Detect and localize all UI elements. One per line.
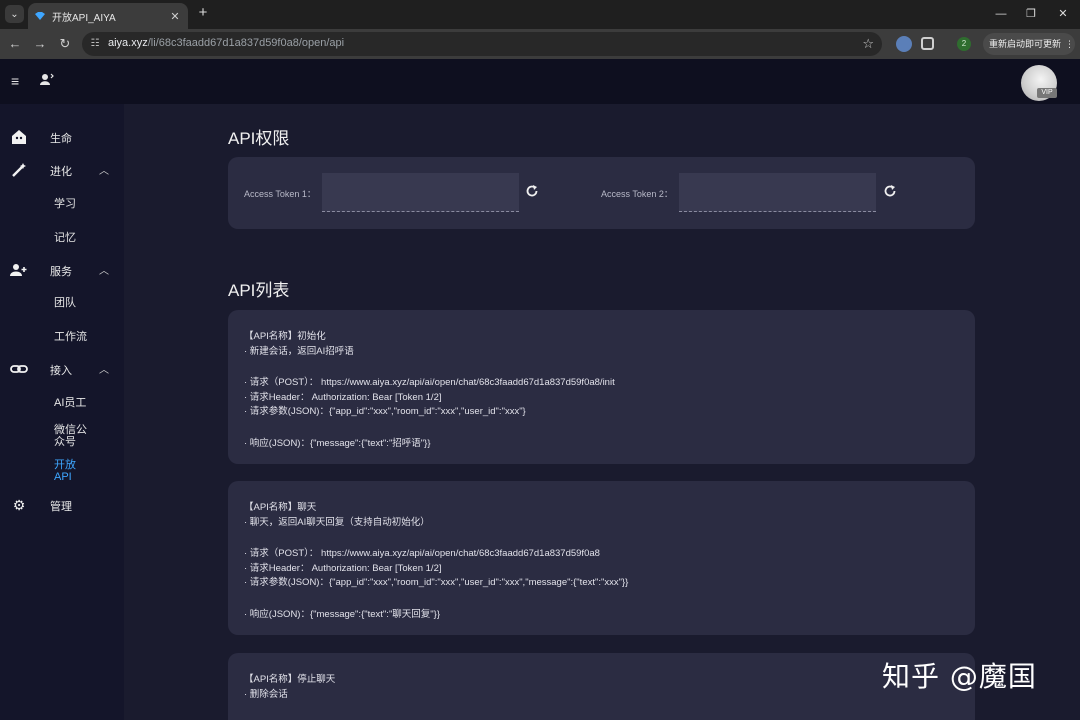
people-icon (10, 261, 28, 279)
user-switch-icon[interactable] (40, 73, 54, 88)
tab-title: 开放API_AIYA (52, 12, 116, 24)
screen: ⌄ 开放API_AIYA ✕ + — ❐ ✕ ← → ↻ ☷ aiya.xyz/… (0, 0, 1080, 720)
api-request-header: · 请求Header： Authorization: Bear [Token 1… (244, 392, 442, 403)
url-path: /li/68c3faadd67d1a837d59f0a8/open/api (147, 37, 345, 49)
api-name: 【API名称】聊天 (244, 502, 317, 513)
sidebar-item-label: 生命 (50, 133, 72, 145)
api-response: · 响应(JSON)：{"message":{"text":"招呼语"}} (244, 438, 431, 449)
api-card-chat: 【API名称】聊天 · 聊天，返回AI聊天回复（支持自动初始化） · 请求（PO… (228, 481, 975, 635)
browser-toolbar: ← → ↻ ☷ aiya.xyz/li/68c3faadd67d1a837d59… (0, 29, 1080, 59)
sidebar-subitem-open-api[interactable]: 开放 API (54, 459, 76, 483)
chevron-up-icon: ︿ (99, 365, 109, 376)
api-description: · 删除会话 (244, 689, 288, 700)
extensions-puzzle-icon[interactable] (921, 37, 934, 50)
menu-icon[interactable]: ≡ (11, 73, 19, 89)
app-header: ≡ (0, 59, 1080, 104)
site-favicon-icon (34, 10, 46, 22)
api-response: · 响应(JSON)：{"message":{"text":"聊天回复"}} (244, 609, 441, 620)
refresh-token1-icon[interactable] (525, 184, 539, 198)
restore-button[interactable]: ❐ (1020, 4, 1042, 24)
sidebar-subitem-ai-staff[interactable]: AI员工 (54, 397, 86, 409)
watermark: 知乎 @魔国 (882, 660, 1037, 693)
refresh-token2-icon[interactable] (883, 184, 897, 198)
forward-button[interactable]: → (30, 34, 50, 54)
sidebar-subitem-label-line: 开放 (54, 459, 76, 471)
sidebar-subitem-memory[interactable]: 记忆 (54, 232, 76, 244)
magic-wand-icon (10, 161, 28, 179)
bookmark-star-icon[interactable]: ☆ (862, 36, 874, 52)
url-text[interactable]: aiya.xyz/li/68c3faadd67d1a837d59f0a8/ope… (108, 37, 344, 49)
chevron-up-icon: ︿ (99, 266, 109, 277)
tab-search-button[interactable]: ⌄ (5, 5, 24, 23)
api-card-stop-chat: 【API名称】停止聊天 · 删除会话 (228, 653, 975, 720)
browser-tab-strip: ⌄ 开放API_AIYA ✕ + — ❐ ✕ (0, 0, 1080, 29)
main-content: API权限 Access Token 1： Access Token 2： AP… (124, 104, 1080, 720)
token1-input[interactable] (322, 173, 519, 212)
close-window-button[interactable]: ✕ (1052, 4, 1074, 24)
sidebar-subitem-workflow[interactable]: 工作流 (54, 331, 87, 343)
vip-badge: VIP (1037, 88, 1057, 98)
api-description: · 聊天，返回AI聊天回复（支持自动初始化） (244, 517, 430, 528)
sidebar-item-label: 进化 (50, 166, 72, 178)
close-tab-icon[interactable]: ✕ (168, 10, 182, 23)
api-name: 【API名称】停止聊天 (244, 674, 336, 685)
api-card-init: 【API名称】初始化 · 新建会话，返回AI招呼语 · 请求（POST）： ht… (228, 310, 975, 464)
url-host: aiya.xyz (108, 37, 148, 49)
sidebar-item-manage[interactable]: ⚙ 管理 (0, 493, 124, 517)
sidebar-item-evolve[interactable]: 进化 ︿ (0, 158, 124, 182)
site-info-icon[interactable]: ☷ (88, 37, 102, 51)
sidebar-item-label: 接入 (50, 365, 72, 377)
home-icon (10, 128, 28, 146)
sidebar-subitem-label-line: 微信公 (54, 424, 87, 436)
app-page: ≡ VIP 生命 进化 ︿ 学习 记忆 服务 ︿ 团队 工作流 接入 ︿ AI员… (0, 59, 1080, 720)
api-request-params: · 请求参数(JSON)：{"app_id":"xxx","room_id":"… (244, 577, 629, 588)
link-icon (10, 360, 28, 378)
more-menu-icon: ⋮ (1065, 39, 1075, 49)
sidebar-subitem-team[interactable]: 团队 (54, 297, 76, 309)
sidebar-subitem-label-line: API (54, 471, 72, 483)
sidebar: 生命 进化 ︿ 学习 记忆 服务 ︿ 团队 工作流 接入 ︿ AI员工 微信公 … (0, 104, 124, 720)
api-request-url: · 请求（POST）： https://www.aiya.xyz/api/ai/… (244, 377, 615, 388)
profile-badge[interactable]: 2 (957, 37, 971, 51)
back-button[interactable]: ← (5, 34, 25, 54)
token2-label: Access Token 2： (601, 189, 673, 199)
api-request-params: · 请求参数(JSON)：{"app_id":"xxx","room_id":"… (244, 406, 526, 417)
chevron-up-icon: ︿ (99, 166, 109, 177)
token2-input[interactable] (679, 173, 876, 212)
minimize-button[interactable]: — (990, 4, 1012, 24)
sidebar-item-life[interactable]: 生命 (0, 125, 124, 149)
api-description: · 新建会话，返回AI招呼语 (244, 346, 354, 357)
sidebar-item-access[interactable]: 接入 ︿ (0, 357, 124, 381)
sidebar-item-service[interactable]: 服务 ︿ (0, 258, 124, 282)
address-bar[interactable]: ☷ aiya.xyz/li/68c3faadd67d1a837d59f0a8/o… (82, 32, 882, 56)
gear-icon: ⚙ (12, 497, 26, 513)
sidebar-subitem-learn[interactable]: 学习 (54, 198, 76, 210)
api-list-title: API列表 (228, 281, 290, 300)
permissions-card: Access Token 1： Access Token 2： (228, 157, 975, 229)
reload-button[interactable]: ↻ (55, 34, 75, 54)
permissions-title: API权限 (228, 129, 290, 148)
api-name: 【API名称】初始化 (244, 331, 326, 342)
chevron-down-icon: ⌄ (10, 8, 19, 20)
sidebar-subitem-label-line: 众号 (54, 436, 76, 448)
extension-icon[interactable] (896, 36, 912, 52)
browser-tab-active[interactable]: 开放API_AIYA ✕ (28, 3, 188, 29)
token1-label: Access Token 1： (244, 189, 316, 199)
api-request-url: · 请求（POST）： https://www.aiya.xyz/api/ai/… (244, 548, 600, 559)
sidebar-subitem-wechat[interactable]: 微信公 众号 (54, 424, 87, 448)
sidebar-item-label: 服务 (50, 266, 72, 278)
relaunch-update-button[interactable]: 重新启动即可更新 ⋮ (983, 33, 1075, 55)
update-label: 重新启动即可更新 (989, 39, 1062, 49)
new-tab-button[interactable]: + (194, 4, 212, 22)
api-request-header: · 请求Header： Authorization: Bear [Token 1… (244, 563, 442, 574)
sidebar-item-label: 管理 (50, 501, 72, 513)
